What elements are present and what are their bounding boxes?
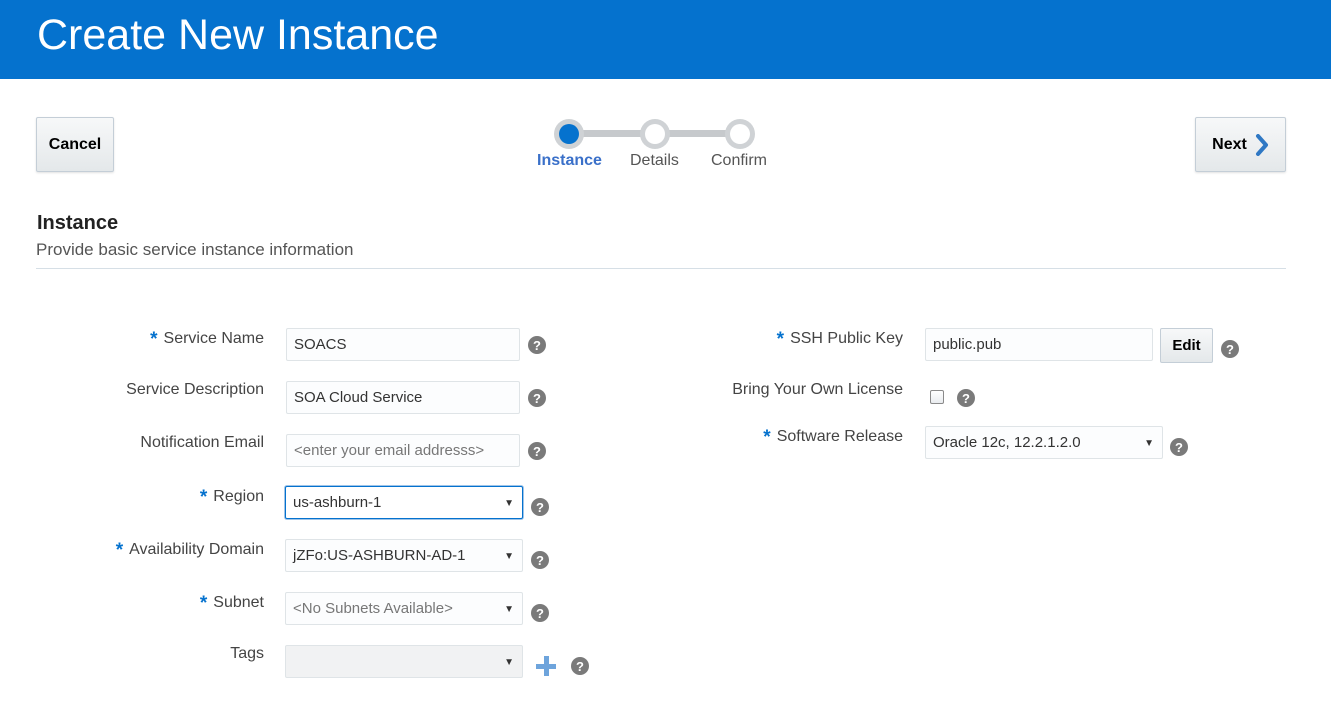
next-button-label: Next <box>1212 135 1247 153</box>
help-icon[interactable]: ? <box>571 657 589 675</box>
help-icon[interactable]: ? <box>528 336 546 354</box>
help-icon[interactable]: ? <box>1221 340 1239 358</box>
cancel-button-label: Cancel <box>48 135 102 153</box>
tags-select[interactable]: ▼ <box>285 645 523 678</box>
byol-checkbox[interactable] <box>930 390 944 404</box>
help-icon[interactable]: ? <box>531 604 549 622</box>
chevron-right-icon <box>1255 133 1268 156</box>
help-icon[interactable]: ? <box>528 389 546 407</box>
section-subtitle: Provide basic service instance informati… <box>36 240 354 259</box>
train-label-details[interactable]: Details <box>630 152 679 170</box>
availability-domain-select-value: jZFo:US-ASHBURN-AD-1 <box>293 547 466 564</box>
train-connector <box>580 130 644 137</box>
region-label: * Region <box>199 487 264 508</box>
page-title: Create New Instance <box>37 11 439 59</box>
service-description-label: Service Description <box>126 381 264 398</box>
train-connector <box>666 130 730 137</box>
help-icon[interactable]: ? <box>531 551 549 569</box>
caret-down-icon: ▼ <box>504 657 514 668</box>
notification-email-label: Notification Email <box>140 434 264 451</box>
required-indicator: * <box>776 329 785 350</box>
software-release-select[interactable]: Oracle 12c, 12.2.1.2.0 ▼ <box>925 426 1163 459</box>
add-tag-icon[interactable] <box>536 656 556 676</box>
section-divider <box>36 268 1286 269</box>
ssh-public-key-input[interactable]: public.pub <box>925 328 1153 361</box>
train-stop-instance[interactable] <box>554 119 584 149</box>
help-icon[interactable]: ? <box>531 498 549 516</box>
help-icon[interactable]: ? <box>957 389 975 407</box>
tags-label: Tags <box>230 645 264 662</box>
byol-label: Bring Your Own License <box>732 381 903 398</box>
required-indicator: * <box>199 487 208 508</box>
train-stop-confirm[interactable] <box>725 119 755 149</box>
train-label-instance[interactable]: Instance <box>537 152 602 170</box>
next-button[interactable]: Next <box>1195 117 1286 172</box>
notification-email-input[interactable]: <enter your email addresss> <box>286 434 520 467</box>
required-indicator: * <box>150 329 158 350</box>
service-name-label: * Service Name <box>150 329 264 350</box>
service-description-input[interactable]: SOA Cloud Service <box>286 381 520 414</box>
caret-down-icon: ▼ <box>504 498 514 509</box>
edit-ssh-key-button[interactable]: Edit <box>1160 328 1213 363</box>
subnet-select[interactable]: <No Subnets Available> ▼ <box>285 592 523 625</box>
caret-down-icon: ▼ <box>504 604 514 615</box>
software-release-label: * Software Release <box>763 427 903 448</box>
subnet-label: * Subnet <box>199 593 264 614</box>
required-indicator: * <box>763 427 771 448</box>
region-select-value: us-ashburn-1 <box>293 494 382 511</box>
service-name-input[interactable]: SOACS <box>286 328 520 361</box>
required-indicator: * <box>199 593 208 614</box>
availability-domain-select[interactable]: jZFo:US-ASHBURN-AD-1 ▼ <box>285 539 523 572</box>
train-label-confirm[interactable]: Confirm <box>711 152 767 170</box>
caret-down-icon: ▼ <box>1144 438 1154 449</box>
page-header: Create New Instance <box>0 0 1331 79</box>
help-icon[interactable]: ? <box>1170 438 1188 456</box>
availability-domain-label: * Availability Domain <box>115 540 264 561</box>
caret-down-icon: ▼ <box>504 551 514 562</box>
train-stop-details[interactable] <box>640 119 670 149</box>
section-title: Instance <box>37 212 119 234</box>
required-indicator: * <box>115 540 124 561</box>
region-select[interactable]: us-ashburn-1 ▼ <box>285 486 523 519</box>
cancel-button[interactable]: Cancel <box>36 117 114 172</box>
help-icon[interactable]: ? <box>528 442 546 460</box>
ssh-public-key-label: * SSH Public Key <box>776 329 903 350</box>
subnet-select-value: <No Subnets Available> <box>293 600 453 617</box>
software-release-select-value: Oracle 12c, 12.2.1.2.0 <box>933 434 1081 451</box>
